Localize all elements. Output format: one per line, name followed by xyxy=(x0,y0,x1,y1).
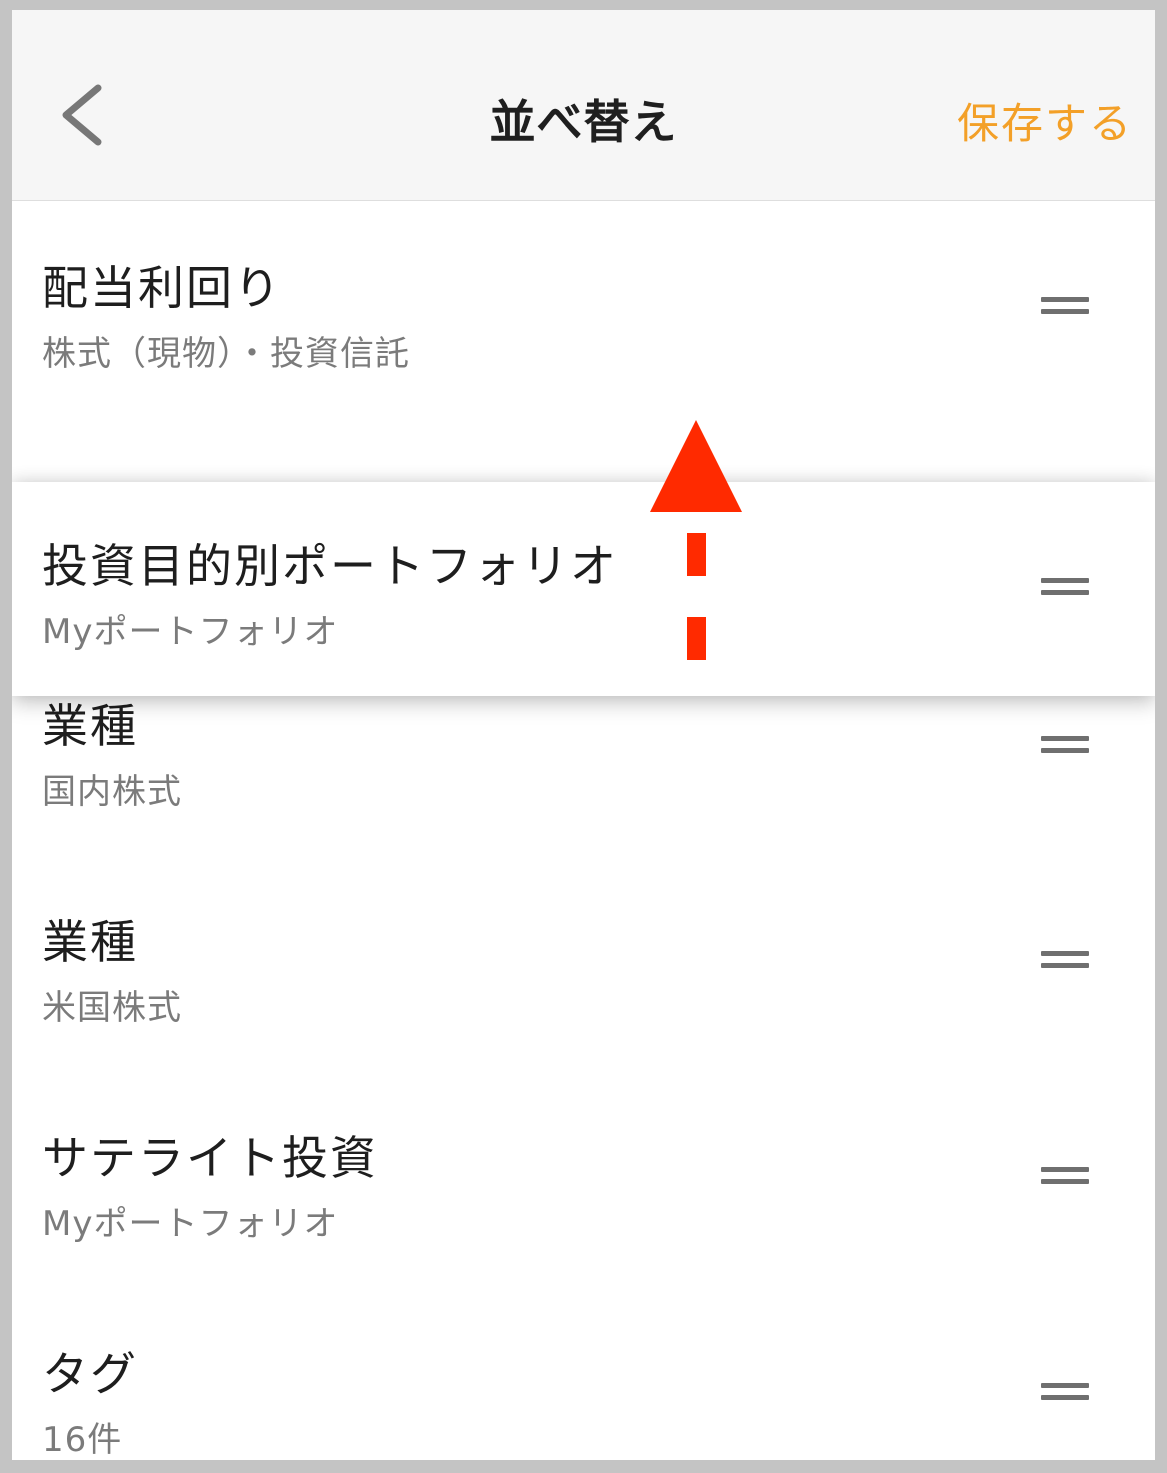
list-item-title: タグ xyxy=(42,1347,138,1401)
list-item[interactable]: タグ 16件 xyxy=(12,1288,1155,1460)
list-item[interactable]: サテライト投資 Myポートフォリオ xyxy=(12,1072,1155,1287)
save-button[interactable]: 保存する xyxy=(957,90,1133,151)
list-item-title: 配当利回り xyxy=(42,261,282,315)
drag-handle-icon[interactable] xyxy=(1041,578,1089,600)
list-item-title: 業種 xyxy=(42,915,138,969)
drag-handle-icon[interactable] xyxy=(1041,736,1089,758)
phone-screen: 並べ替え 保存する 配当利回り 株式（現物）・投資信託 業種 国内株式 業種 米… xyxy=(12,10,1155,1460)
list-item-subtitle: 株式（現物）・投資信託 xyxy=(42,334,410,374)
list-item[interactable]: 配当利回り 株式（現物）・投資信託 xyxy=(12,202,1155,417)
list-item-subtitle: 米国株式 xyxy=(42,988,182,1028)
list-item-title: サテライト投資 xyxy=(42,1131,378,1185)
drag-handle-icon[interactable] xyxy=(1041,297,1089,319)
list-item-title: 投資目的別ポートフォリオ xyxy=(42,539,618,593)
list-item[interactable]: 業種 米国株式 xyxy=(12,856,1155,1071)
list-item-subtitle: 16件 xyxy=(42,1420,123,1460)
drag-handle-icon[interactable] xyxy=(1041,1167,1089,1189)
list-item-title: 業種 xyxy=(42,699,138,753)
list-item-subtitle: 国内株式 xyxy=(42,772,182,812)
dragging-list-item[interactable]: 投資目的別ポートフォリオ Myポートフォリオ xyxy=(12,482,1155,696)
list-item-subtitle: Myポートフォリオ xyxy=(42,612,339,652)
navigation-bar: 並べ替え 保存する xyxy=(12,10,1155,201)
drag-handle-icon[interactable] xyxy=(1041,951,1089,973)
list-item-subtitle: Myポートフォリオ xyxy=(42,1204,339,1244)
drag-handle-icon[interactable] xyxy=(1041,1383,1089,1405)
